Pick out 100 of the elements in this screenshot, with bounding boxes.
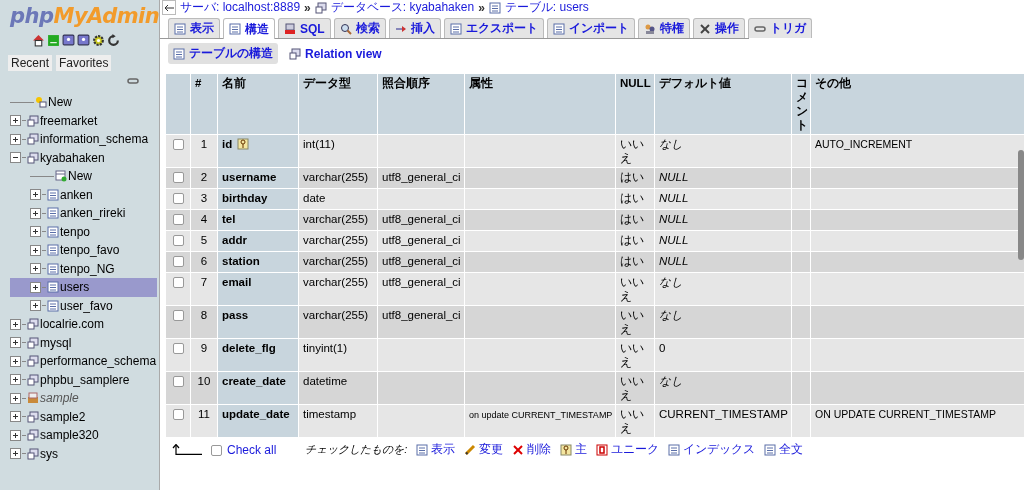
- subtab[interactable]: テーブルの構造: [168, 43, 278, 64]
- tab[interactable]: 挿入: [388, 18, 441, 38]
- tree-item[interactable]: New: [10, 93, 159, 112]
- tree-item[interactable]: performance_schema: [10, 352, 159, 371]
- table-cell: NULL: [655, 210, 791, 230]
- tree-item[interactable]: sample320: [10, 426, 159, 445]
- table-cell: varchar(255): [299, 252, 377, 272]
- row-checkbox[interactable]: [172, 310, 184, 321]
- expand-icon[interactable]: [30, 300, 41, 312]
- expand-icon[interactable]: [10, 133, 21, 145]
- table-cell: はい: [616, 210, 654, 230]
- tab[interactable]: 表示: [168, 18, 220, 38]
- expand-icon[interactable]: [30, 244, 41, 256]
- row-checkbox[interactable]: [172, 172, 184, 183]
- sidebar-tab[interactable]: Favorites: [56, 55, 112, 71]
- expand-icon[interactable]: [10, 337, 21, 349]
- table-icon: [47, 262, 59, 275]
- sidebar-tab[interactable]: Recent: [8, 55, 53, 71]
- row-checkbox[interactable]: [172, 139, 184, 150]
- tree-item[interactable]: freemarket: [10, 111, 159, 130]
- breadcrumb-link[interactable]: データベース: kyabahaken: [330, 0, 475, 16]
- tree-item[interactable]: sample: [10, 389, 159, 408]
- box-icon: [27, 392, 39, 405]
- row-checkbox[interactable]: [172, 376, 184, 387]
- row-checkbox[interactable]: [172, 409, 184, 420]
- tree-item[interactable]: sys: [10, 444, 159, 463]
- expand-icon[interactable]: [10, 392, 21, 404]
- table-cell: create_date: [218, 372, 298, 404]
- table-cell: 1: [191, 135, 217, 167]
- table-cell: varchar(255): [299, 210, 377, 230]
- database-icon: [27, 429, 39, 442]
- tree-item[interactable]: phpbu_samplere: [10, 370, 159, 389]
- row-checkbox[interactable]: [172, 343, 184, 354]
- header-cell: [166, 74, 190, 134]
- table-cell: 10: [191, 372, 217, 404]
- import-icon: [552, 22, 565, 35]
- tab[interactable]: 構造: [223, 18, 275, 39]
- tree-item[interactable]: tenpo: [10, 222, 157, 241]
- tree-item[interactable]: anken_rireki: [10, 204, 157, 223]
- tree-item[interactable]: New: [10, 167, 157, 186]
- subtab[interactable]: Relation view: [284, 43, 387, 64]
- expand-icon[interactable]: [30, 263, 41, 275]
- tree-item[interactable]: anken: [10, 185, 157, 204]
- column-header: NULL: [616, 74, 654, 134]
- check-all-link[interactable]: Check all: [211, 442, 277, 457]
- expand-icon[interactable]: [10, 115, 21, 127]
- row-checkbox[interactable]: [172, 214, 184, 225]
- table-cell: NULL: [655, 252, 791, 272]
- tree-item[interactable]: tenpo_NG: [10, 259, 157, 278]
- table-cell: なし: [655, 135, 791, 167]
- tree-item[interactable]: mysql: [10, 333, 159, 352]
- index-icon: [668, 443, 681, 456]
- action-link[interactable]: 表示: [416, 441, 456, 458]
- action-link[interactable]: 主: [560, 441, 588, 458]
- tab[interactable]: SQL: [278, 18, 331, 38]
- tree-item[interactable]: tenpo_favo: [10, 241, 157, 260]
- expand-icon[interactable]: [30, 189, 41, 201]
- table-icon: [47, 207, 59, 220]
- tab[interactable]: 操作: [692, 18, 745, 38]
- expand-icon[interactable]: [10, 374, 21, 386]
- tree-item[interactable]: user_favo: [10, 296, 157, 315]
- collapse-icon[interactable]: [10, 152, 21, 164]
- tab[interactable]: エクスポート: [443, 18, 544, 38]
- expand-icon[interactable]: [10, 448, 21, 460]
- table-icon: [47, 225, 59, 238]
- row-checkbox[interactable]: [172, 256, 184, 267]
- expand-icon[interactable]: [10, 355, 21, 367]
- tab[interactable]: 特権: [637, 18, 690, 38]
- tab[interactable]: トリガ: [747, 18, 812, 38]
- tree-item[interactable]: kyabahaken: [10, 148, 159, 167]
- expand-icon[interactable]: [30, 226, 41, 238]
- expand-icon[interactable]: [10, 411, 21, 423]
- table-cell: id: [218, 135, 298, 167]
- tree-item[interactable]: users: [10, 278, 157, 297]
- expand-icon[interactable]: [30, 281, 41, 293]
- arrow-icon: [164, 4, 174, 11]
- expand-icon[interactable]: [10, 429, 21, 441]
- tab[interactable]: インポート: [546, 18, 635, 38]
- row-checkbox[interactable]: [172, 193, 184, 204]
- tree-item[interactable]: information_schema: [10, 130, 159, 149]
- row-checkbox[interactable]: [172, 235, 184, 246]
- column-header: #: [191, 74, 217, 134]
- relation-icon: [289, 47, 301, 60]
- expand-icon[interactable]: [30, 207, 41, 219]
- expand-icon[interactable]: [10, 318, 21, 330]
- action-link[interactable]: 削除: [512, 441, 552, 458]
- back-button[interactable]: [162, 0, 176, 15]
- sql-icon: [284, 22, 296, 35]
- tree-item[interactable]: localrie.com: [10, 315, 159, 334]
- action-link[interactable]: 変更: [464, 441, 504, 458]
- table-cell: 6: [191, 252, 217, 272]
- check-all-checkbox[interactable]: [211, 445, 222, 456]
- action-link[interactable]: インデックス: [668, 441, 756, 458]
- row-checkbox[interactable]: [172, 277, 184, 288]
- action-link[interactable]: 全文: [764, 441, 804, 458]
- action-link[interactable]: ユニーク: [596, 441, 660, 458]
- breadcrumb-link[interactable]: テーブル: users: [504, 0, 589, 16]
- breadcrumb-link[interactable]: サーバ: localhost:8889: [180, 0, 301, 16]
- tree-item[interactable]: sample2: [10, 407, 159, 426]
- tab[interactable]: 検索: [333, 18, 386, 38]
